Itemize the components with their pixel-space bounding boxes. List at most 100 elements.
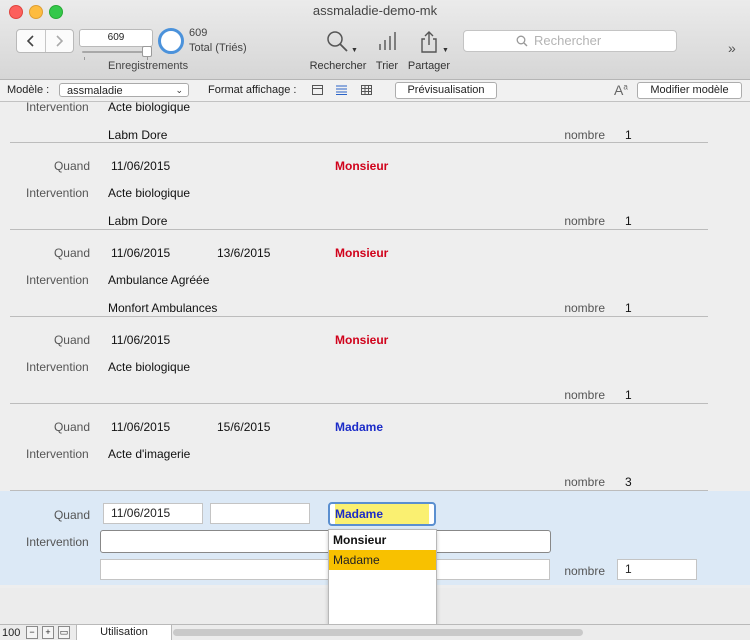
search-placeholder: Rechercher <box>534 33 602 48</box>
window-title: assmaladie-demo-mk <box>312 3 438 18</box>
quand-label: Quand <box>53 333 90 347</box>
record-count: 609 <box>189 27 208 39</box>
format-label: Format affichage : <box>208 84 297 96</box>
quick-search-field[interactable]: Rechercher <box>463 30 677 52</box>
table-view-icon[interactable] <box>361 85 372 95</box>
status-bar: 100 − + ▭ Utilisation <box>0 624 750 640</box>
civilite-dropdown-menu: Monsieur Madame <box>328 529 437 631</box>
nombre-label: nombre <box>564 475 605 489</box>
civilite-value: Madame <box>335 420 384 434</box>
provider-value: Monfort Ambulances <box>108 301 218 315</box>
civilite-value: Monsieur <box>335 246 389 260</box>
sort-tool-button[interactable]: Trier <box>370 30 404 72</box>
nombre-label: nombre <box>564 214 605 228</box>
intervention-field[interactable] <box>100 530 551 553</box>
chevron-left-icon <box>26 35 34 47</box>
horizontal-scrollbar[interactable] <box>173 629 583 636</box>
dropdown-arrow-icon: ▼ <box>442 47 449 54</box>
form-view-icon[interactable] <box>312 85 323 95</box>
civilite-value: Monsieur <box>335 159 389 173</box>
list-item[interactable]: Quand 11/06/2015 Monsieur Intervention A… <box>0 317 750 404</box>
option-monsieur[interactable]: Monsieur <box>329 530 436 550</box>
found-set-pie-icon <box>158 28 184 54</box>
civilite-value: Monsieur <box>335 333 389 347</box>
nombre-value: 1 <box>625 301 632 315</box>
provider-field[interactable] <box>100 559 550 580</box>
nombre-value: 1 <box>625 214 632 228</box>
intervention-label: Intervention <box>26 535 89 549</box>
intervention-label: Intervention <box>26 102 89 114</box>
record-count-label: Total (Triés) <box>189 42 247 54</box>
find-label: Rechercher <box>309 60 367 72</box>
toggle-status-icon[interactable]: ▭ <box>58 626 70 639</box>
date2-value: 13/6/2015 <box>217 246 271 260</box>
list-item[interactable]: Quand 11/06/2015 Monsieur Intervention A… <box>0 143 750 230</box>
mode-tab[interactable]: Utilisation <box>76 625 172 640</box>
nombre-field[interactable]: 1 <box>617 559 697 580</box>
list-item[interactable]: Quand 11/06/2015 13/6/2015 Monsieur Inte… <box>0 230 750 317</box>
date-field[interactable]: 11/06/2015 <box>103 503 203 524</box>
share-icon <box>421 31 437 53</box>
chevron-right-icon <box>56 35 64 47</box>
list-item[interactable]: Intervention Acte biologique Labm Dore n… <box>0 102 750 143</box>
zoom-in-icon[interactable]: + <box>42 626 54 639</box>
share-tool-button[interactable]: ▼ Partager <box>402 30 456 72</box>
nombre-label: nombre <box>564 128 605 142</box>
intervention-label: Intervention <box>26 360 89 374</box>
record-list: Intervention Acte biologique Labm Dore n… <box>0 102 750 588</box>
list-view-icon[interactable] <box>336 85 347 95</box>
quand-label: Quand <box>53 420 90 434</box>
slider-tick <box>84 57 85 60</box>
model-label: Modèle : <box>7 84 50 96</box>
intervention-label: Intervention <box>26 273 89 287</box>
toolbar: assmaladie-demo-mk 609 Enregistrements 6… <box>0 0 750 80</box>
nombre-label: nombre <box>564 301 605 315</box>
nombre-value: 1 <box>625 388 632 402</box>
record-slider-knob[interactable] <box>142 46 152 57</box>
record-navigation <box>16 29 74 53</box>
records-label: Enregistrements <box>108 60 189 72</box>
quand-label: Quand <box>53 508 90 522</box>
intervention-value: Acte biologique <box>108 360 191 374</box>
model-value: assmaladie <box>67 85 123 97</box>
toolbar-overflow-icon[interactable]: » <box>728 40 736 56</box>
nombre-value: 3 <box>625 475 632 489</box>
sort-bars-icon <box>379 32 396 50</box>
civilite-popup-field[interactable]: Madame <box>328 502 436 526</box>
magnifier-icon <box>327 31 348 52</box>
preview-button[interactable]: Prévisualisation <box>395 82 497 99</box>
list-item[interactable]: Quand 11/06/2015 15/6/2015 Madame Interv… <box>0 404 750 491</box>
provider-value: Labm Dore <box>108 214 168 228</box>
share-label: Partager <box>407 60 451 72</box>
edit-model-button[interactable]: Modifier modèle <box>637 82 742 99</box>
zoom-level[interactable]: 100 <box>2 627 20 639</box>
search-icon <box>516 35 528 47</box>
nombre-label: nombre <box>564 388 605 402</box>
date-value: 11/06/2015 <box>111 420 171 434</box>
nombre-label: nombre <box>564 564 605 578</box>
text-format-icon[interactable]: Aa <box>614 82 628 98</box>
quand-label: Quand <box>53 246 90 260</box>
zoom-out-icon[interactable]: − <box>26 626 38 639</box>
date2-field[interactable] <box>210 503 310 524</box>
intervention-value: Acte d'imagerie <box>108 447 191 461</box>
intervention-label: Intervention <box>26 186 89 200</box>
next-record-button[interactable] <box>44 30 74 52</box>
model-select[interactable]: assmaladie ⌄ <box>59 83 189 97</box>
intervention-value: Ambulance Agréée <box>108 273 210 287</box>
record-number-field[interactable]: 609 <box>79 29 153 47</box>
record-slider[interactable] <box>82 51 150 53</box>
chevron-down-icon: ⌄ <box>175 85 183 95</box>
date2-value: 15/6/2015 <box>217 420 271 434</box>
previous-record-button[interactable] <box>17 30 45 52</box>
dropdown-arrow-icon: ▼ <box>351 47 358 54</box>
app-window: assmaladie-demo-mk 609 Enregistrements 6… <box>0 0 750 640</box>
date-value: 11/06/2015 <box>111 246 171 260</box>
date-value: 11/06/2015 <box>111 159 171 173</box>
intervention-value: Acte biologique <box>108 186 191 200</box>
find-tool-button[interactable]: ▼ Rechercher <box>306 30 370 72</box>
provider-value: Labm Dore <box>108 128 168 142</box>
quand-label: Quand <box>53 159 90 173</box>
sort-label: Trier <box>375 60 399 72</box>
option-madame[interactable]: Madame <box>329 550 436 570</box>
